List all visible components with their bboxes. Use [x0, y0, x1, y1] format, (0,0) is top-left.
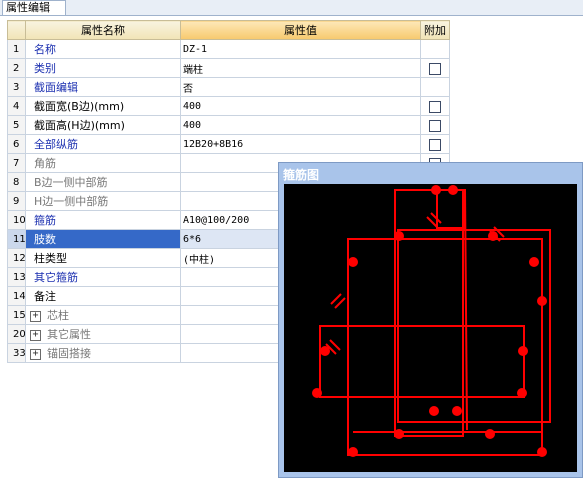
property-name: B边一侧中部筋: [25, 172, 181, 192]
property-name: 类别: [25, 58, 181, 78]
expand-icon[interactable]: +: [30, 329, 41, 341]
property-name: 截面编辑: [25, 77, 181, 97]
stirrup-inner-horizontal: [319, 325, 525, 398]
property-name: 名称: [25, 39, 181, 59]
row-number: 12: [7, 248, 26, 268]
extra-cell: [420, 115, 450, 135]
group-label: 锚固搭接: [47, 347, 91, 360]
row-number: 2: [7, 58, 26, 78]
row-number: 7: [7, 153, 26, 173]
property-name: 柱类型: [25, 248, 181, 268]
row-number: 8: [7, 172, 26, 192]
extra-cell: [420, 134, 450, 154]
table-row[interactable]: 5 截面高(H边)(mm) 400: [7, 115, 450, 135]
extra-cell: [420, 77, 450, 97]
extra-checkbox[interactable]: [429, 119, 441, 132]
table-row[interactable]: 2 类别 端柱: [7, 58, 450, 78]
property-group-name: + 锚固搭接: [25, 343, 181, 363]
row-number: 14: [7, 286, 26, 306]
property-name: 截面高(H边)(mm): [25, 115, 181, 135]
stirrup-diagram-window[interactable]: 箍筋图: [278, 162, 583, 478]
header-property-name[interactable]: 属性名称: [25, 20, 181, 40]
stirrup-inner-vertical: [394, 189, 464, 437]
header-property-value[interactable]: 属性值: [180, 20, 421, 40]
row-number: 13: [7, 267, 26, 287]
property-name: 全部纵筋: [25, 134, 181, 154]
group-label: 其它属性: [47, 328, 91, 341]
property-name: 截面宽(B边)(mm): [25, 96, 181, 116]
row-number: 1: [7, 39, 26, 59]
extra-checkbox[interactable]: [429, 100, 441, 113]
property-value[interactable]: 400: [180, 115, 421, 135]
extra-cell: [420, 96, 450, 116]
tab-bar: 属性编辑: [0, 0, 583, 16]
property-value[interactable]: DZ-1: [180, 39, 421, 59]
property-value[interactable]: 端柱: [180, 58, 421, 78]
table-row[interactable]: 6 全部纵筋 12B20+8B16: [7, 134, 450, 154]
row-number: 6: [7, 134, 26, 154]
stirrup-diagram: [312, 185, 551, 457]
row-number: 9: [7, 191, 26, 211]
property-name: 备注: [25, 286, 181, 306]
table-row[interactable]: 1 名称 DZ-1: [7, 39, 450, 59]
popup-title: 箍筋图: [283, 168, 320, 182]
property-name: 肢数: [25, 229, 181, 249]
property-group-name: + 芯柱: [25, 305, 181, 325]
tab-property-edit[interactable]: 属性编辑: [2, 0, 66, 15]
extra-checkbox[interactable]: [429, 138, 441, 151]
extra-checkbox[interactable]: [429, 62, 441, 75]
table-row[interactable]: 4 截面宽(B边)(mm) 400: [7, 96, 450, 116]
header-extra[interactable]: 附加: [420, 20, 450, 40]
grid-header: 属性名称 属性值 附加: [7, 20, 450, 40]
row-number: 11: [7, 229, 26, 249]
group-label: 芯柱: [47, 309, 69, 322]
header-row-number: [7, 20, 26, 40]
row-number: 10: [7, 210, 26, 230]
property-name: 角筋: [25, 153, 181, 173]
extra-cell: [420, 39, 450, 59]
extra-cell: [420, 58, 450, 78]
property-value[interactable]: 400: [180, 96, 421, 116]
property-name: H边一侧中部筋: [25, 191, 181, 211]
table-row[interactable]: 3 截面编辑 否: [7, 77, 450, 97]
property-value[interactable]: 否: [180, 77, 421, 97]
property-name: 其它箍筋: [25, 267, 181, 287]
row-number: 5: [7, 115, 26, 135]
property-value[interactable]: 12B20+8B16: [180, 134, 421, 154]
expand-icon[interactable]: +: [30, 310, 41, 322]
property-name: 箍筋: [25, 210, 181, 230]
expand-icon[interactable]: +: [30, 348, 41, 360]
stirrup-diagram-canvas: [284, 184, 577, 472]
row-number: 3: [7, 77, 26, 97]
row-number: 20: [7, 324, 26, 344]
row-number: 4: [7, 96, 26, 116]
row-number: 15: [7, 305, 26, 325]
property-group-name: + 其它属性: [25, 324, 181, 344]
row-number: 33: [7, 343, 26, 363]
